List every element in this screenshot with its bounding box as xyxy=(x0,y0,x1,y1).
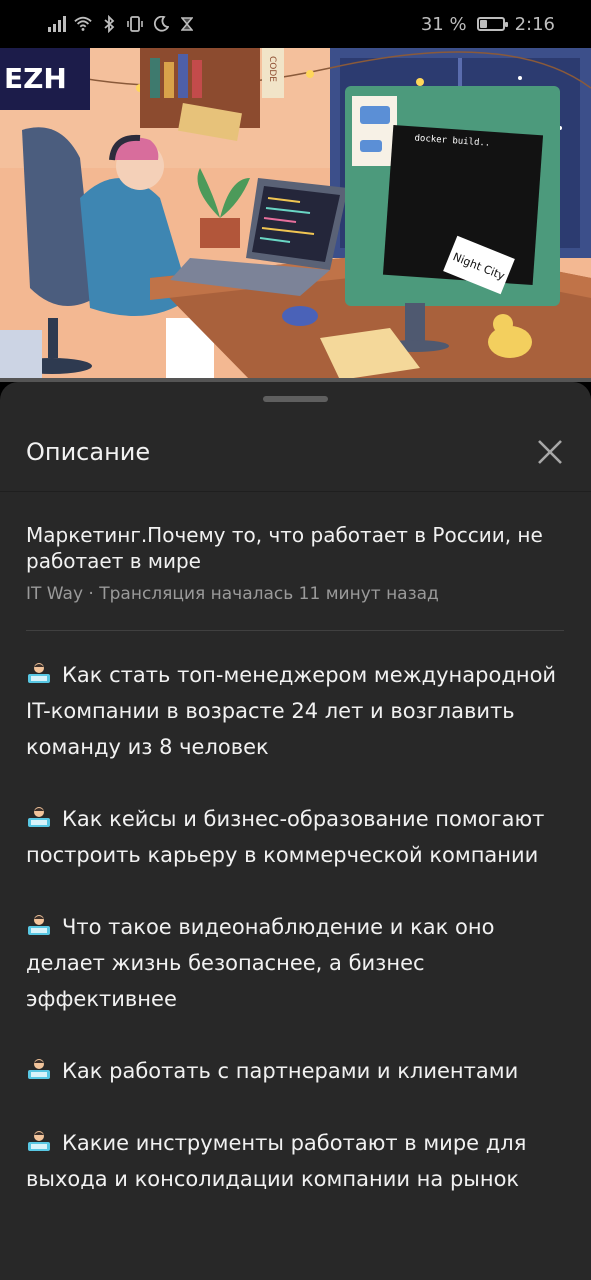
bluetooth-icon xyxy=(100,15,118,33)
technologist-emoji-icon xyxy=(28,1131,50,1151)
description-sheet: Описание Маркетинг.Почему то, что работа… xyxy=(0,382,591,1280)
description-item: Как кейсы и бизнес-образование помогают … xyxy=(26,801,566,873)
description-item-text: Как кейсы и бизнес-образование помогают … xyxy=(26,807,545,867)
description-item: Как стать топ-менеджером международной I… xyxy=(26,657,566,765)
meta-separator: · xyxy=(83,584,100,604)
description-list: Как стать топ-менеджером международной I… xyxy=(26,657,566,1197)
channel-name[interactable]: IT Way xyxy=(26,584,83,604)
close-button[interactable] xyxy=(535,437,565,467)
wifi-icon xyxy=(74,15,92,33)
description-item-text: Как стать топ-менеджером международной I… xyxy=(26,663,557,759)
signal-icon xyxy=(48,15,66,33)
description-item: Как работать с партнерами и клиентами xyxy=(26,1053,566,1089)
description-item-text: Какие инструменты работают в мире для вы… xyxy=(26,1131,527,1191)
moon-icon xyxy=(152,15,170,33)
divider xyxy=(26,630,564,631)
description-item: Какие инструменты работают в мире для вы… xyxy=(26,1125,566,1197)
description-content: Маркетинг.Почему то, что работает в Росс… xyxy=(26,522,566,1233)
status-right: 31 % 2:16 xyxy=(421,14,555,35)
description-item-text: Что такое видеонаблюдение и как оно дела… xyxy=(26,915,495,1011)
battery-icon xyxy=(476,17,508,31)
description-item: Что такое видеонаблюдение и как оно дела… xyxy=(26,909,566,1017)
vibrate-icon xyxy=(126,15,144,33)
sheet-header: Описание xyxy=(0,412,591,492)
video-player[interactable]: EZH CODE docker build.. Night City xyxy=(0,48,591,380)
status-bar: 31 % 2:16 xyxy=(0,0,591,48)
video-meta: IT Way · Трансляция началась 11 минут на… xyxy=(26,584,566,604)
video-title: Маркетинг.Почему то, что работает в Росс… xyxy=(26,523,543,573)
battery-level xyxy=(479,20,488,28)
technologist-emoji-icon xyxy=(28,807,50,827)
battery-percent: 31 % xyxy=(420,13,467,35)
stream-status: Трансляция началась 11 минут назад xyxy=(99,584,439,604)
technologist-emoji-icon xyxy=(28,1059,50,1079)
sheet-title: Описание xyxy=(26,437,151,466)
close-icon xyxy=(538,439,562,464)
poster-text: EZH xyxy=(4,62,67,95)
clock: 2:16 xyxy=(514,13,555,35)
technologist-emoji-icon xyxy=(28,915,50,935)
video-thumbnail: EZH CODE docker build.. Night City xyxy=(0,48,591,380)
status-icons xyxy=(48,15,196,33)
technologist-emoji-icon xyxy=(28,663,50,683)
description-item-text: Как работать с партнерами и клиентами xyxy=(62,1059,519,1083)
drag-handle[interactable] xyxy=(263,396,328,402)
code-sign-text: CODE xyxy=(267,56,277,82)
hourglass-icon xyxy=(178,15,196,33)
